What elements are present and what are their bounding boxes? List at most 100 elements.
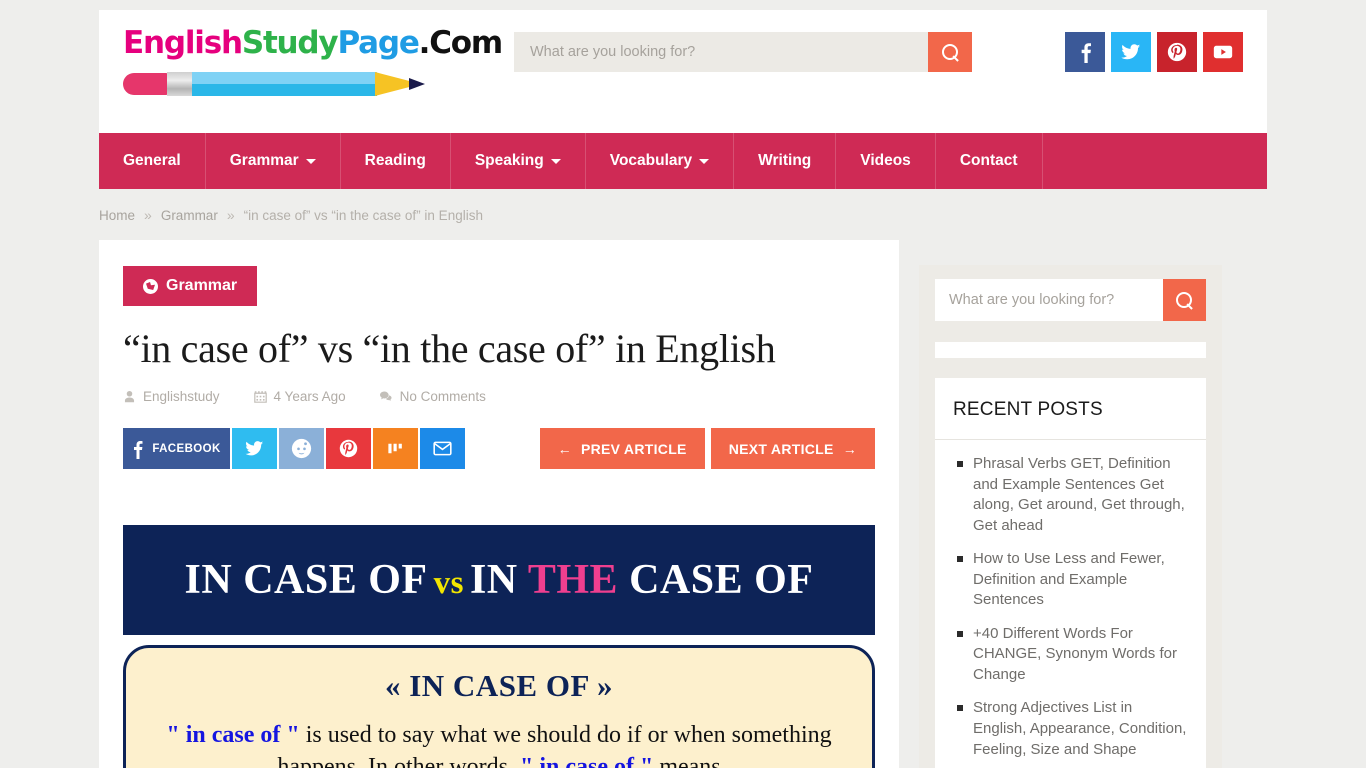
logo-text: EnglishStudyPage.Com	[123, 25, 503, 61]
breadcrumb-home[interactable]: Home	[99, 208, 135, 223]
nav-item-grammar[interactable]: Grammar	[206, 133, 341, 189]
site-header: EnglishStudyPage.Com	[99, 10, 1267, 133]
nav-label: Speaking	[474, 152, 544, 169]
sidebar-search-input[interactable]	[935, 279, 1163, 321]
prev-article-button[interactable]: ← PREV ARTICLE	[539, 428, 705, 470]
next-arrow-icon: →	[842, 440, 857, 457]
breadcrumb: Home » Grammar » “in case of” vs “in the…	[99, 200, 1267, 230]
nav-label: Vocabulary	[609, 152, 693, 169]
category-badge[interactable]: Grammar	[123, 266, 258, 306]
header-search-input[interactable]	[514, 32, 928, 72]
banner-part1: IN CASE OF	[184, 557, 428, 604]
page-title: “in case of” vs “in the case of” in Engl…	[123, 326, 776, 371]
meta-author: Englishstudy	[123, 389, 220, 404]
breadcrumb-current: “in case of” vs “in the case of” in Engl…	[243, 207, 483, 223]
prev-arrow-icon: ←	[557, 440, 572, 457]
reddit-icon	[291, 439, 312, 459]
breadcrumb-separator: »	[144, 207, 152, 223]
definition-text-2: means	[653, 754, 721, 768]
sidebar-search	[935, 279, 1206, 321]
share-email-button[interactable]	[420, 428, 465, 470]
social-facebook-icon[interactable]	[1065, 32, 1105, 72]
article-meta: Englishstudy 4 Years Ago No Comments	[123, 389, 875, 404]
sidebar-search-button[interactable]	[1163, 279, 1206, 321]
logo-part-com: .Com	[418, 25, 504, 61]
article-content: Grammar “in case of” vs “in the case of”…	[99, 240, 899, 768]
definition-box-heading: « IN CASE OF »	[384, 668, 614, 704]
nav-label: Grammar	[229, 152, 299, 169]
nav-item-writing[interactable]: Writing	[734, 133, 837, 189]
banner-text: IN CASE OF vs IN THE CASE OF	[185, 556, 814, 604]
share-and-nav-row: FACEBOOK ← PREV ARTICLE NEXT ARTICLE →	[123, 428, 875, 470]
share-buttons: FACEBOOK	[123, 428, 465, 470]
share-twitter-button[interactable]	[232, 428, 277, 470]
page-root: EnglishStudyPage.Com What are you lookin…	[0, 0, 1366, 768]
banner-vs: vs	[433, 565, 464, 602]
nav-label: General	[123, 152, 181, 169]
article-pagination: ← PREV ARTICLE NEXT ARTICLE →	[539, 428, 875, 470]
recent-posts-widget: RECENT POSTS Phrasal Verbs GET, Definiti…	[935, 378, 1206, 768]
share-facebook-button[interactable]: FACEBOOK	[123, 428, 230, 470]
list-item[interactable]: Strong Adjectives List in English, Appea…	[957, 698, 1188, 760]
comment-icon	[379, 391, 392, 402]
meta-date-label: 4 Years Ago	[273, 389, 346, 405]
category-badge-label: Grammar	[166, 277, 238, 294]
social-twitter-icon[interactable]	[1111, 32, 1151, 72]
definition-box: « IN CASE OF » " in case of " is used to…	[123, 645, 875, 768]
next-article-label: NEXT ARTICLE	[728, 440, 834, 457]
chevron-down-icon	[699, 158, 710, 164]
nav-item-reading[interactable]: Reading	[341, 133, 451, 189]
logo-part-english: English	[123, 25, 243, 61]
nav-label: Videos	[860, 152, 911, 169]
social-pinterest-icon[interactable]	[1157, 32, 1197, 72]
meta-comments: No Comments	[379, 389, 486, 405]
sidebar: RECENT POSTS Phrasal Verbs GET, Definiti…	[919, 265, 1222, 768]
social-youtube-icon[interactable]	[1203, 32, 1243, 72]
main-navigation: General Grammar Reading Speaking Vocabul…	[99, 133, 1267, 189]
recent-posts-list: Phrasal Verbs GET, Definition and Exampl…	[935, 440, 1206, 768]
calendar-icon	[253, 391, 267, 404]
recent-posts-title: RECENT POSTS	[935, 378, 1206, 440]
definition-phrase-2: " in case of "	[520, 754, 654, 768]
meta-comments-label: No Comments	[399, 389, 486, 405]
share-pinterest-button[interactable]	[326, 428, 371, 470]
header-search-button[interactable]	[928, 32, 972, 72]
nav-item-general[interactable]: General	[99, 133, 206, 189]
logo-part-page: Page	[337, 25, 419, 61]
next-article-button[interactable]: NEXT ARTICLE →	[710, 428, 875, 470]
nav-item-contact[interactable]: Contact	[936, 133, 1043, 189]
mix-icon	[388, 444, 402, 454]
share-mix-button[interactable]	[373, 428, 418, 470]
banner-part2: IN	[469, 557, 518, 604]
article-banner-image: IN CASE OF vs IN THE CASE OF	[123, 525, 875, 636]
pinterest-icon	[339, 440, 358, 458]
facebook-icon	[134, 440, 143, 459]
breadcrumb-separator: »	[226, 207, 235, 223]
logo-part-study: Study	[241, 25, 339, 61]
search-icon	[1176, 291, 1193, 309]
chevron-down-icon	[305, 158, 316, 164]
chevron-down-icon	[550, 158, 561, 164]
email-icon	[433, 441, 452, 456]
nav-item-vocabulary[interactable]: Vocabulary	[586, 133, 735, 189]
sidebar-widget-placeholder	[935, 342, 1206, 358]
site-logo[interactable]: EnglishStudyPage.Com	[123, 25, 503, 98]
share-reddit-button[interactable]	[279, 428, 324, 470]
meta-author-label: Englishstudy	[143, 389, 220, 405]
definition-phrase-1: " in case of "	[166, 722, 300, 749]
banner-the: THE	[527, 557, 619, 604]
nav-label: Writing	[758, 152, 812, 169]
meta-date: 4 Years Ago	[253, 389, 346, 405]
nav-item-videos[interactable]: Videos	[836, 133, 936, 189]
list-item[interactable]: +40 Different Words For CHANGE, Synonym …	[957, 624, 1188, 686]
header-search	[514, 32, 972, 72]
prev-article-label: PREV ARTICLE	[580, 440, 687, 457]
user-icon	[124, 391, 135, 403]
breadcrumb-category[interactable]: Grammar	[161, 208, 218, 223]
list-item[interactable]: How to Use Less and Fewer, Definition an…	[957, 549, 1188, 611]
pencil-icon	[123, 69, 425, 98]
folder-icon	[143, 278, 158, 294]
nav-label: Reading	[364, 152, 426, 169]
nav-item-speaking[interactable]: Speaking	[451, 133, 586, 189]
list-item[interactable]: Phrasal Verbs GET, Definition and Exampl…	[957, 454, 1188, 536]
